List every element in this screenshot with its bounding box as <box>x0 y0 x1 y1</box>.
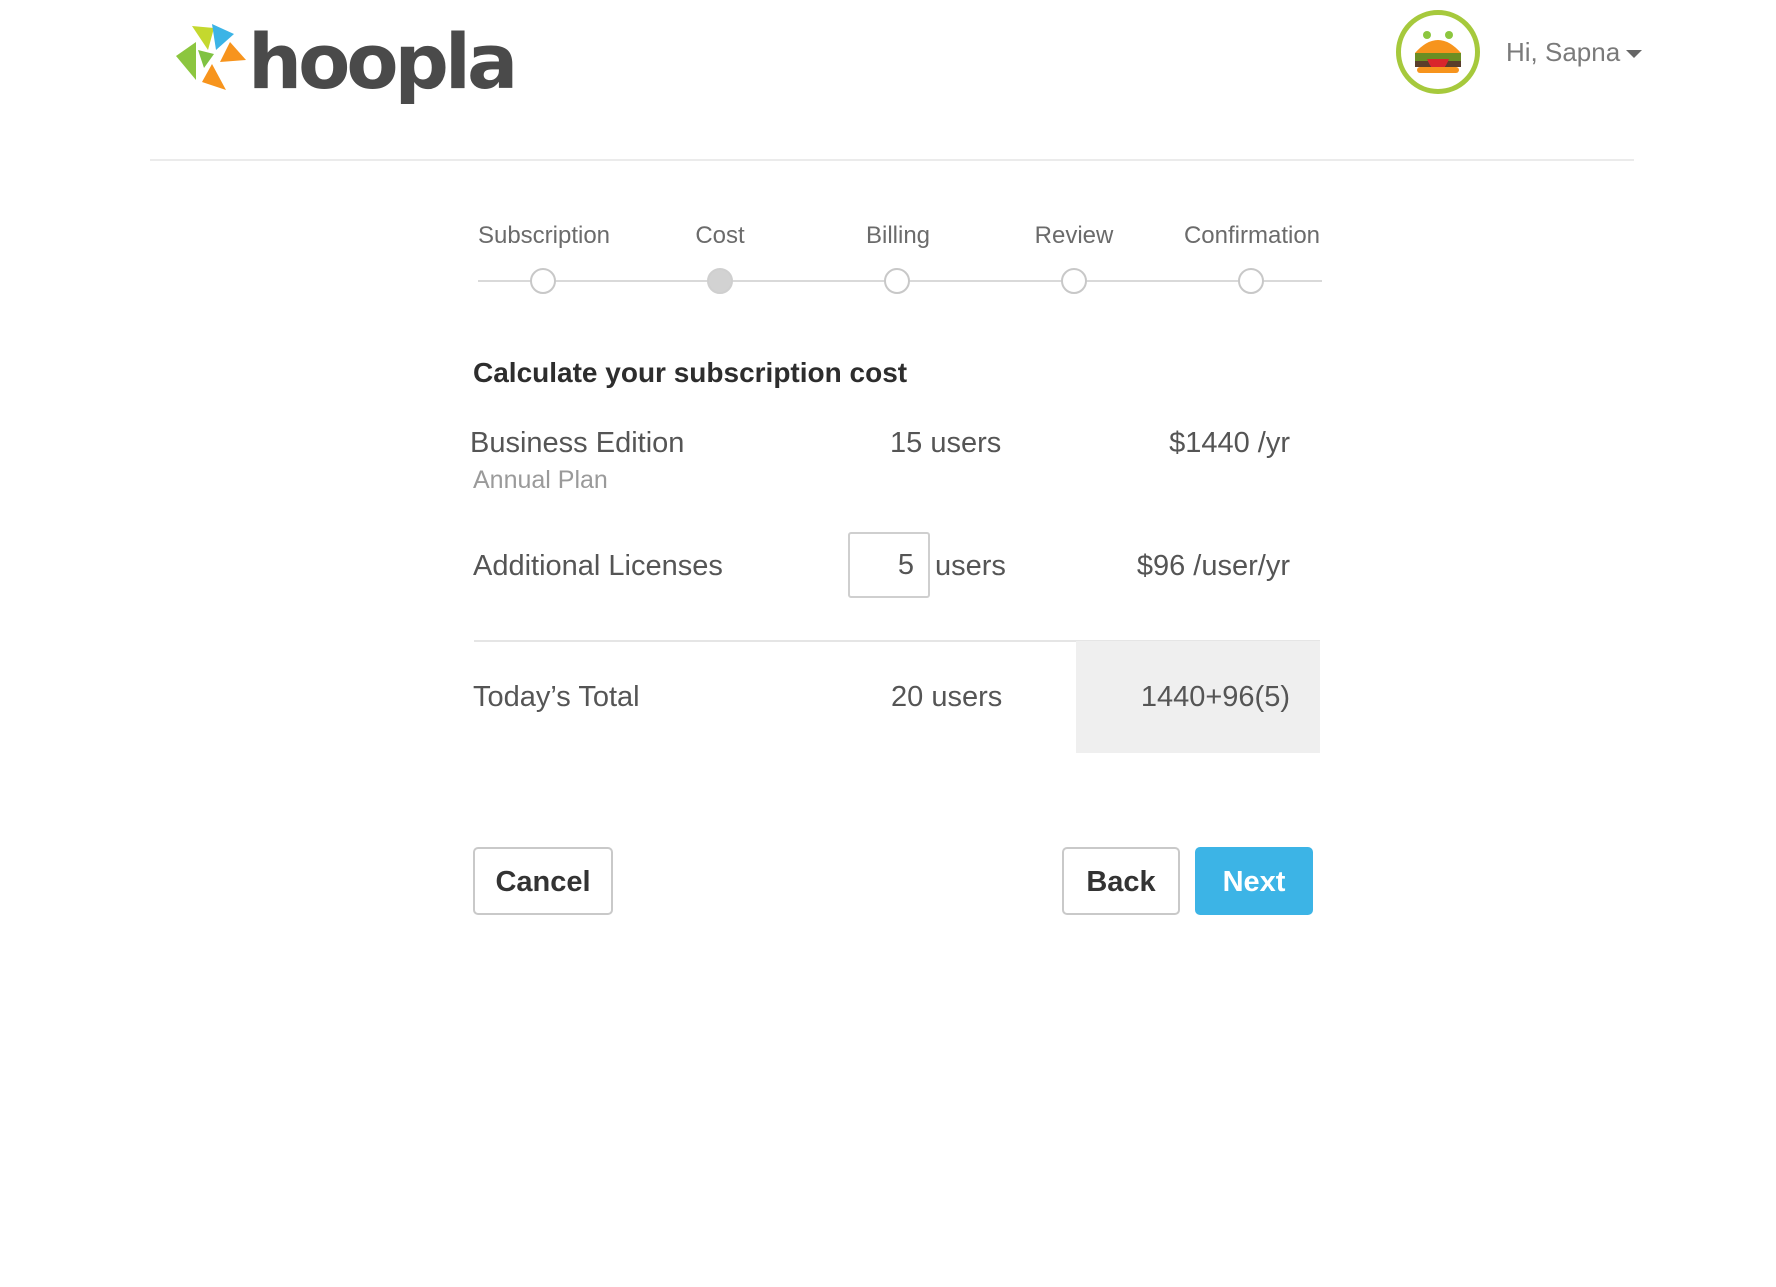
step-dot-billing <box>884 268 910 294</box>
user-greeting: Hi, Sapna <box>1506 37 1621 67</box>
additional-licenses-price: $96 /user/yr <box>1136 550 1290 582</box>
back-button[interactable]: Back <box>1062 847 1180 915</box>
step-label-confirmation: Confirmation <box>1183 222 1321 249</box>
hoopla-logo[interactable]: hoopla <box>168 20 518 110</box>
additional-licenses-label: Additional Licenses <box>473 550 723 582</box>
step-label-review: Review <box>1034 222 1114 249</box>
burger-avatar-icon <box>1415 31 1461 73</box>
step-dot-confirmation <box>1238 268 1264 294</box>
chevron-down-icon <box>1626 50 1643 58</box>
edition-price: $1440 /yr <box>1169 427 1290 459</box>
edition-name: Business Edition <box>470 427 685 459</box>
step-dot-cost <box>707 268 733 294</box>
total-amount: 1440+96(5) <box>1140 681 1290 713</box>
hoopla-logo-mark-icon <box>176 24 246 90</box>
user-avatar[interactable] <box>1396 10 1480 94</box>
header-divider <box>150 159 1634 161</box>
step-label-cost: Cost <box>695 222 745 249</box>
cancel-button[interactable]: Cancel <box>473 847 613 915</box>
step-label-billing: Billing <box>865 222 931 249</box>
additional-licenses-users-label: users <box>935 550 1006 582</box>
total-users: 20 users <box>891 681 1003 713</box>
user-menu[interactable]: Hi, Sapna <box>1506 36 1643 68</box>
total-label: Today’s Total <box>473 681 640 713</box>
edition-plan: Annual Plan <box>473 466 608 494</box>
edition-users: 15 users <box>890 427 1002 459</box>
page-title: Calculate your subscription cost <box>473 357 908 388</box>
next-button[interactable]: Next <box>1195 847 1313 915</box>
brand-name: hoopla <box>248 17 518 106</box>
step-dot-subscription <box>530 268 556 294</box>
additional-licenses-input[interactable] <box>848 532 930 598</box>
step-label-subscription: Subscription <box>477 222 611 249</box>
step-dot-review <box>1061 268 1087 294</box>
